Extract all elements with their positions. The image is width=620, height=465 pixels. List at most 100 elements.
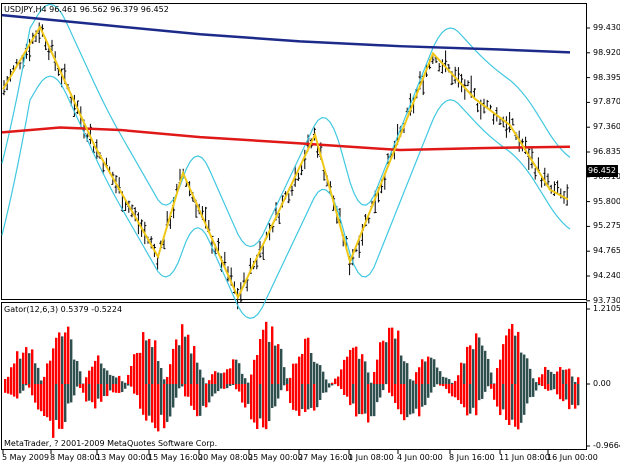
slow-ma-line: [1, 13, 571, 54]
gator-lower-bar: [271, 384, 274, 408]
gator-lower-bar: [208, 384, 211, 403]
gator-upper-bar: [472, 349, 475, 384]
gator-upper-bar: [526, 358, 529, 384]
price-label: 95.275: [593, 221, 620, 231]
gator-upper-bar: [457, 375, 460, 384]
gator-lower-bar: [256, 384, 259, 430]
gator-scale-label: 1.2105: [593, 304, 620, 313]
price-bar: [511, 118, 515, 126]
gator-lower-bar: [358, 384, 361, 415]
price-label: 98.395: [593, 72, 620, 82]
gator-upper-bar: [136, 353, 139, 384]
gator-lower-bar: [319, 384, 322, 401]
gator-lower-bar: [313, 384, 316, 411]
gator-upper-bar: [106, 370, 109, 384]
gator-upper-bar: [310, 352, 313, 384]
gator-upper-bar: [61, 336, 64, 384]
gator-upper-bar: [433, 359, 436, 384]
gator-lower-bar: [442, 384, 445, 387]
gator-lower-bar: [466, 384, 469, 416]
price-label: 95.800: [593, 196, 620, 206]
gator-lower-bar: [307, 384, 310, 410]
gator-lower-bar: [163, 384, 166, 429]
gator-lower-bar: [472, 384, 475, 408]
gator-upper-bar: [172, 348, 175, 384]
gator-lower-bar: [523, 384, 526, 415]
gator-upper-bar: [139, 352, 142, 384]
gator-lower-bar: [79, 384, 82, 389]
gator-upper-bar: [379, 342, 382, 384]
gator-upper-bar: [547, 369, 550, 384]
gator-lower-bar: [310, 384, 313, 408]
gator-upper-bar: [148, 338, 151, 384]
gator-lower-bar: [199, 384, 202, 416]
gator-lower-bar: [190, 384, 193, 406]
price-bar: [492, 113, 496, 125]
gator-upper-bar: [166, 376, 169, 384]
gator-lower-bar: [382, 384, 385, 391]
gator-lower-bar: [400, 384, 403, 415]
gator-upper-bar: [178, 345, 181, 384]
gator-upper-bar: [151, 347, 154, 384]
gator-lower-bar: [268, 384, 271, 422]
time-label: 13 May 00:00: [96, 453, 151, 462]
gator-upper-bar: [415, 372, 418, 384]
gator-upper-bar: [469, 345, 472, 384]
gator-lower-bar: [391, 384, 394, 397]
gator-lower-bar: [157, 384, 160, 432]
gator-upper-bar: [322, 371, 325, 384]
gator-upper-bar: [556, 371, 559, 384]
gator-lower-bar: [73, 384, 76, 396]
gator-upper-bar: [235, 359, 238, 384]
gator-lower-bar: [532, 384, 535, 397]
time-label: 5 May 2009: [2, 453, 50, 462]
time-label: 15 May 16:00: [148, 453, 203, 462]
gator-lower-bar: [13, 384, 16, 397]
gator-lower-bar: [322, 384, 325, 393]
gator-upper-bar: [508, 328, 511, 384]
gator-upper-bar: [214, 371, 217, 384]
gator-lower-bar: [418, 384, 421, 417]
gator-lower-bar: [37, 384, 40, 410]
gator-upper-bar: [7, 376, 10, 384]
gator-lower-bar: [205, 384, 208, 408]
price-label: 97.360: [593, 122, 620, 132]
gator-upper-bar: [220, 373, 223, 384]
price-label: 94.240: [593, 271, 620, 280]
gator-lower-bar: [88, 384, 91, 401]
chart-canvas[interactable]: [0, 0, 620, 465]
gator-upper-bar: [460, 362, 463, 384]
gator-upper-bar: [76, 360, 79, 384]
gator-upper-bar: [328, 383, 331, 384]
gator-lower-bar: [511, 384, 514, 420]
gator-upper-bar: [382, 340, 385, 384]
gator-upper-bar: [463, 363, 466, 384]
gator-upper-bar: [559, 367, 562, 384]
time-label: 16 Jun 00:00: [547, 453, 598, 462]
price-label: 98.920: [593, 47, 620, 57]
gator-lower-bar: [283, 384, 286, 386]
gator-lower-bar: [151, 384, 154, 423]
gator-upper-bar: [313, 361, 316, 384]
price-label: 97.870: [593, 97, 620, 107]
gator-lower-bar: [94, 384, 97, 409]
gator-upper-bar: [13, 363, 16, 384]
gator-upper-bar: [67, 326, 70, 384]
price-label: 99.430: [593, 23, 620, 32]
gator-lower-bar: [478, 384, 481, 401]
gator-histogram: [4, 321, 580, 438]
gator-upper-bar: [376, 359, 379, 384]
time-label: 8 May 08:00: [50, 453, 100, 462]
price-bar: [556, 180, 560, 193]
gator-upper-bar: [169, 364, 172, 384]
gator-lower-bar: [487, 384, 490, 387]
gator-lower-bar: [499, 384, 502, 416]
gator-lower-bar: [181, 384, 184, 387]
time-label: 1 Jun 08:00: [348, 453, 394, 462]
gator-lower-bar: [373, 384, 376, 417]
price-pane[interactable]: [1, 3, 587, 300]
gator-lower-bar: [559, 384, 562, 400]
gator-upper-bar: [199, 369, 202, 384]
price-bar: [552, 181, 556, 197]
gator-lower-bar: [229, 384, 232, 386]
